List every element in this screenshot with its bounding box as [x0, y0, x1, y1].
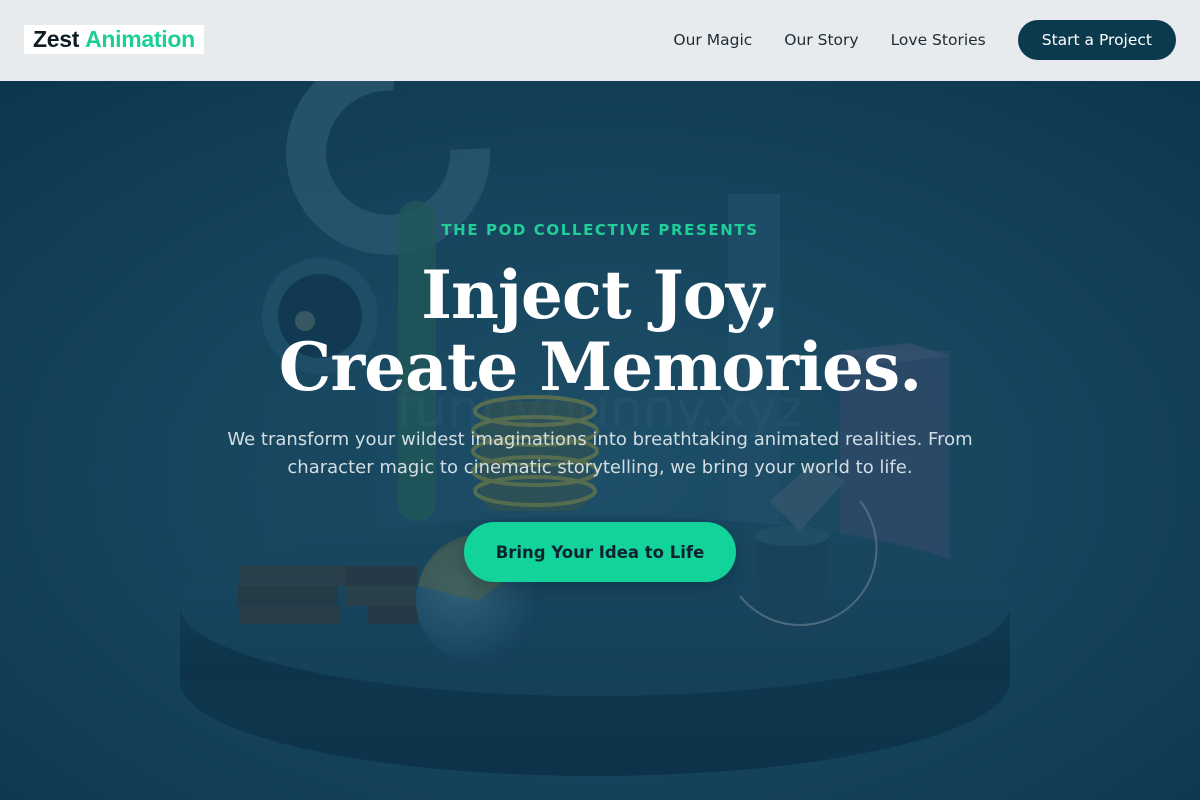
- nav-link-love-stories[interactable]: Love Stories: [891, 31, 986, 49]
- hero-headline: Inject Joy, Create Memories.: [0, 259, 1200, 403]
- brand-logo[interactable]: Zest Animation: [24, 25, 204, 54]
- nav-link-our-magic[interactable]: Our Magic: [673, 31, 752, 49]
- hero-eyebrow: THE POD COLLECTIVE PRESENTS: [441, 221, 759, 239]
- nav-link-our-story[interactable]: Our Story: [784, 31, 858, 49]
- bring-idea-to-life-button[interactable]: Bring Your Idea to Life: [464, 522, 736, 582]
- start-project-button[interactable]: Start a Project: [1017, 20, 1176, 60]
- landing-page: Zest Animation Our Magic Our Story Love …: [0, 0, 1200, 800]
- hero-headline-line2: Create Memories.: [278, 328, 922, 406]
- site-header: Zest Animation Our Magic Our Story Love …: [0, 0, 1200, 81]
- main-nav: Our Magic Our Story Love Stories Start a…: [673, 20, 1176, 60]
- hero-subtext: We transform your wildest imaginations i…: [227, 429, 973, 478]
- hero-section: funnybunny.xyz THE POD COLLECTIVE PRESEN…: [0, 81, 1200, 800]
- hero-headline-line1: Inject Joy,: [421, 256, 780, 334]
- brand-name-part2: Animation: [85, 26, 195, 52]
- brand-name-part1: Zest: [33, 26, 80, 52]
